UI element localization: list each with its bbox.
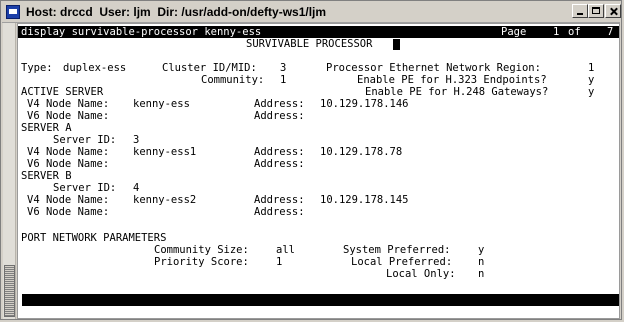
community-size-value[interactable]: all bbox=[276, 244, 295, 256]
scrollbar-thumb[interactable] bbox=[4, 265, 15, 317]
vertical-scrollbar[interactable] bbox=[3, 23, 16, 319]
server-a-v4-address-value[interactable]: 10.129.178.78 bbox=[320, 146, 402, 158]
server-a-id-value[interactable]: 3 bbox=[133, 134, 139, 146]
server-b-id-value[interactable]: 4 bbox=[133, 182, 139, 194]
server-a-v4-value[interactable]: kenny-ess1 bbox=[133, 146, 196, 158]
server-b-v4-address-label: Address: bbox=[254, 194, 305, 206]
terminal-app-icon[interactable] bbox=[6, 5, 20, 19]
cluster-label: Cluster ID/MID: bbox=[162, 62, 257, 74]
maximize-button[interactable] bbox=[588, 4, 604, 18]
page-label: Page bbox=[501, 26, 527, 38]
system-preferred-value[interactable]: y bbox=[478, 244, 484, 256]
active-v4-label: V4 Node Name: bbox=[27, 98, 110, 110]
pe-h248-label: Enable PE for H.248 Gateways? bbox=[365, 86, 549, 98]
server-b-id-label: Server ID: bbox=[53, 182, 117, 194]
local-preferred-value[interactable]: n bbox=[478, 256, 484, 268]
active-v4-address-value[interactable]: 10.129.178.146 bbox=[320, 98, 409, 110]
message-line bbox=[22, 294, 619, 306]
community-label: Community: bbox=[201, 74, 265, 86]
server-a-heading: SERVER A bbox=[21, 122, 72, 134]
community-size-label: Community Size: bbox=[154, 244, 249, 256]
pe-region-label: Processor Ethernet Network Region: bbox=[326, 62, 541, 74]
type-label: Type: bbox=[21, 62, 53, 74]
command-line[interactable]: display survivable-processor kenny-ess bbox=[21, 26, 261, 38]
server-b-v4-label: V4 Node Name: bbox=[27, 194, 110, 206]
server-b-v6-label: V6 Node Name: bbox=[27, 206, 110, 218]
priority-score-value[interactable]: 1 bbox=[276, 256, 282, 268]
server-b-v6-address-label: Address: bbox=[254, 206, 305, 218]
server-a-v4-address-label: Address: bbox=[254, 146, 305, 158]
pe-h323-value[interactable]: y bbox=[588, 74, 594, 86]
local-only-label: Local Only: bbox=[386, 268, 456, 280]
server-a-v6-address-label: Address: bbox=[254, 158, 305, 170]
terminal-window: Host: drccd User: ljm Dir: /usr/add-on/d… bbox=[0, 0, 622, 320]
type-value[interactable]: duplex-ess bbox=[63, 62, 126, 74]
close-button[interactable] bbox=[605, 4, 621, 18]
priority-score-label: Priority Score: bbox=[154, 256, 249, 268]
pe-h248-value[interactable]: y bbox=[588, 86, 594, 98]
active-v4-address-label: Address: bbox=[254, 98, 305, 110]
screen-title: SURVIVABLE PROCESSOR bbox=[246, 38, 373, 50]
community-value[interactable]: 1 bbox=[280, 74, 286, 86]
server-a-v4-label: V4 Node Name: bbox=[27, 146, 110, 158]
local-preferred-label: Local Preferred: bbox=[351, 256, 453, 268]
pe-h323-label: Enable PE for H.323 Endpoints? bbox=[357, 74, 547, 86]
cluster-value[interactable]: 3 bbox=[280, 62, 286, 74]
active-v6-address-label: Address: bbox=[254, 110, 305, 122]
port-network-heading: PORT NETWORK PARAMETERS bbox=[21, 232, 167, 244]
minimize-button[interactable] bbox=[572, 4, 588, 18]
pe-region-value[interactable]: 1 bbox=[588, 62, 594, 74]
local-only-value[interactable]: n bbox=[478, 268, 484, 280]
title-bar[interactable]: Host: drccd User: ljm Dir: /usr/add-on/d… bbox=[2, 2, 621, 23]
page-total: 7 bbox=[607, 26, 614, 38]
server-b-v4-value[interactable]: kenny-ess2 bbox=[133, 194, 196, 206]
server-b-heading: SERVER B bbox=[21, 170, 72, 182]
terminal-screen[interactable]: display survivable-processor kenny-ess P… bbox=[17, 23, 620, 319]
text-cursor bbox=[393, 39, 400, 50]
server-a-v6-label: V6 Node Name: bbox=[27, 158, 110, 170]
window-title: Host: drccd User: ljm Dir: /usr/add-on/d… bbox=[26, 5, 327, 19]
page-of: of bbox=[568, 26, 581, 38]
page-current: 1 bbox=[553, 26, 560, 38]
active-v6-label: V6 Node Name: bbox=[27, 110, 110, 122]
active-server-heading: ACTIVE SERVER bbox=[21, 86, 104, 98]
active-v4-value[interactable]: kenny-ess bbox=[133, 98, 190, 110]
system-preferred-label: System Preferred: bbox=[343, 244, 451, 256]
server-a-id-label: Server ID: bbox=[53, 134, 117, 146]
server-b-v4-address-value[interactable]: 10.129.178.145 bbox=[320, 194, 409, 206]
